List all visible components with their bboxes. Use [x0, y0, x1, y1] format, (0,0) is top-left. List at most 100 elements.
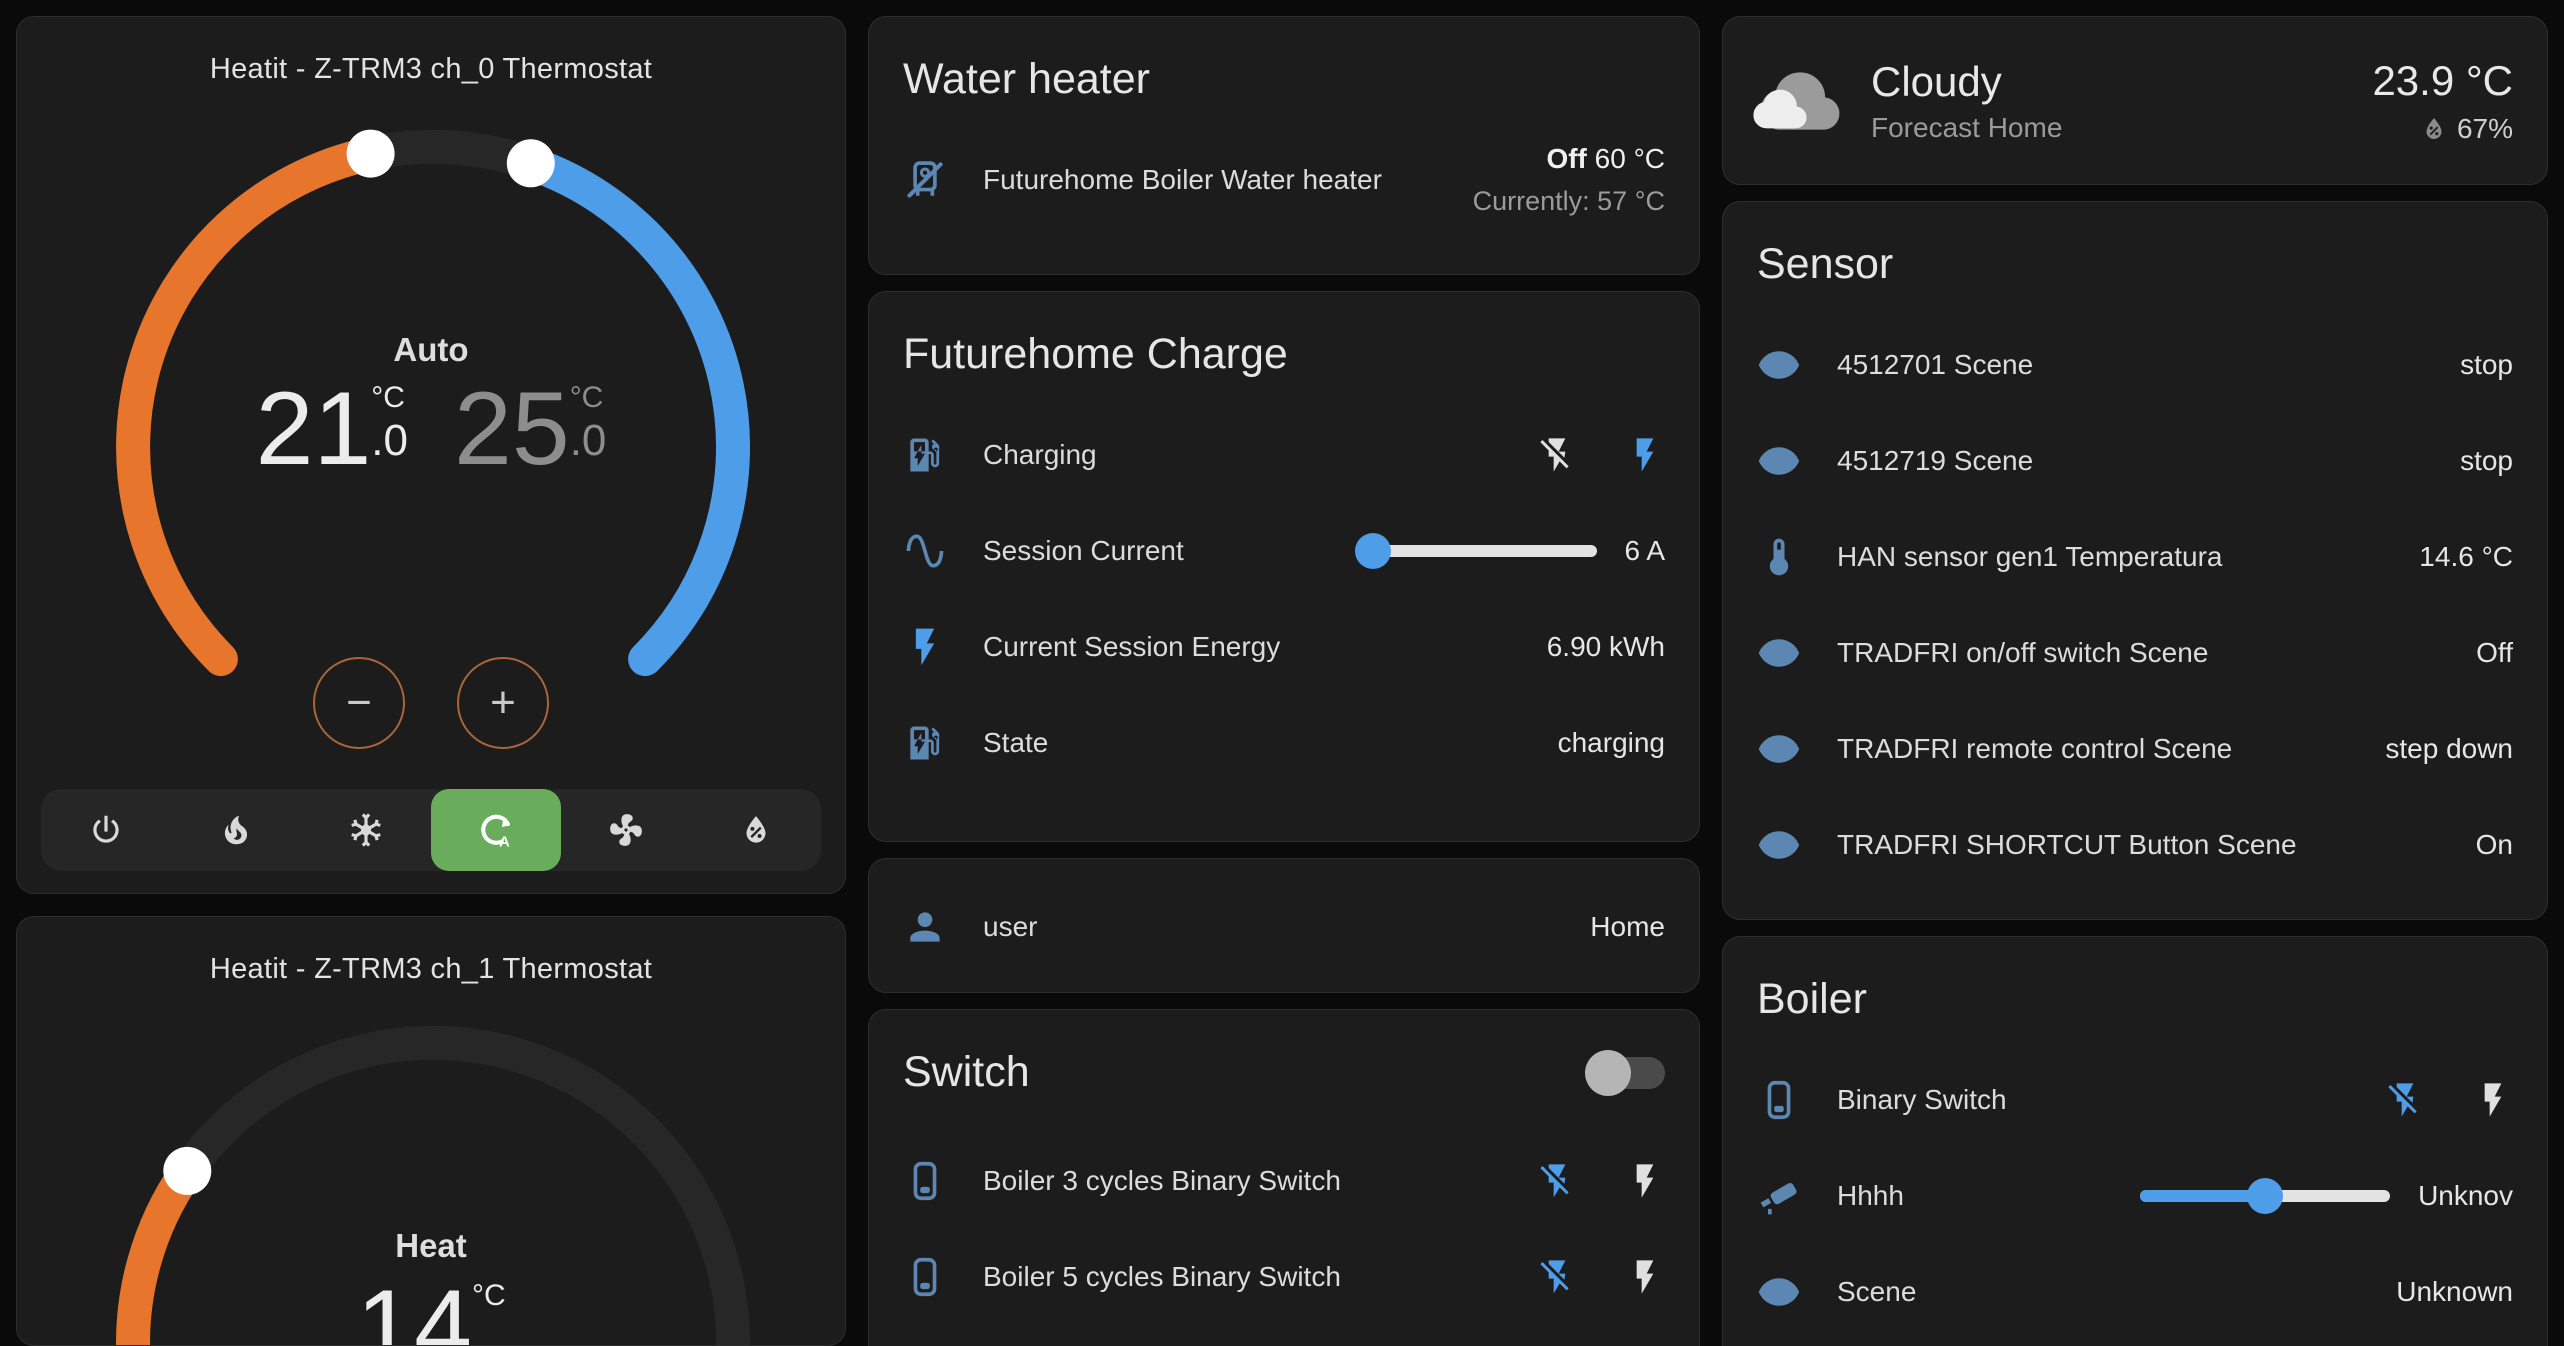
decrease-temp-button[interactable]: − [313, 657, 405, 749]
mode-off-button[interactable] [41, 789, 171, 871]
switch-icon [903, 1255, 947, 1299]
flash-off-icon[interactable] [2385, 1080, 2425, 1120]
cloudy-icon [1757, 58, 1843, 144]
column-middle: Water heater Futurehome Boiler Water hea… [868, 16, 1700, 1330]
water-heater-card: Water heater Futurehome Boiler Water hea… [868, 16, 1700, 275]
thermostat-card-ch1: Heatit - Z-TRM3 ch_1 Thermostat Heat 14 … [16, 916, 846, 1346]
charge-card: Futurehome Charge Charging Session Curre… [868, 291, 1700, 842]
switch-icon [1757, 1078, 1801, 1122]
setpoint-steppers: − + [17, 657, 845, 749]
snowflake-icon [347, 811, 385, 849]
scene-row[interactable]: Scene Unknown [1757, 1244, 2513, 1340]
toggle-thumb[interactable] [1585, 1050, 1631, 1096]
boiler-card: Boiler Binary Switch Hhhh Unkno [1722, 936, 2548, 1346]
weather-subtitle: Forecast Home [1871, 112, 2372, 144]
water-boiler-off-icon [903, 158, 947, 202]
thermostat-auto-icon [477, 811, 515, 849]
sensor-row[interactable]: TRADFRI on/off switch Scene Off [1757, 605, 2513, 701]
hhhh-row: Hhhh Unknov [1757, 1148, 2513, 1244]
weather-card[interactable]: Cloudy Forecast Home 23.9 °C 67% [1722, 16, 2548, 185]
cctv-icon [1757, 1174, 1801, 1218]
card-title: Water heater [869, 17, 1699, 104]
eye-icon [1757, 727, 1801, 771]
slider-thumb[interactable] [2247, 1178, 2283, 1214]
card-title: Switch [903, 1048, 1030, 1097]
card-title: Boiler [1723, 937, 2547, 1024]
fire-icon [217, 811, 255, 849]
mode-fan-button[interactable] [561, 789, 691, 871]
flash-icon[interactable] [1625, 1161, 1665, 1201]
sensor-row[interactable]: 4512701 Scene stop [1757, 317, 2513, 413]
state-row[interactable]: State charging [903, 695, 1665, 791]
dashboard: Heatit - Z-TRM3 ch_0 Thermostat Auto 21 … [0, 0, 2564, 1346]
water-percent-icon [2419, 114, 2449, 144]
sensor-row[interactable]: TRADFRI remote control Scene step down [1757, 701, 2513, 797]
eye-icon [1757, 631, 1801, 675]
sensor-row[interactable]: TRADFRI SHORTCUT Button Scene On [1757, 797, 2513, 893]
water-heater-state: Off 60 °C [1546, 143, 1665, 174]
column-right: Cloudy Forecast Home 23.9 °C 67% Sensor … [1722, 16, 2548, 1330]
card-title: Futurehome Charge [869, 292, 1699, 379]
weather-temperature: 23.9 °C [2372, 57, 2513, 105]
eye-icon [1757, 439, 1801, 483]
sensor-row[interactable]: 4512719 Scene stop [1757, 413, 2513, 509]
water-heater-current-temp: Currently: 57 °C [1473, 186, 1665, 216]
hvac-mode-row [41, 789, 821, 871]
thermostat-setpoint: 14 °C [17, 1273, 845, 1346]
water-heater-row[interactable]: Futurehome Boiler Water heater Off 60 °C… [903, 132, 1665, 228]
slider-thumb[interactable] [1355, 533, 1391, 569]
user-row[interactable]: user Home [903, 879, 1665, 975]
switch-card: Switch Boiler 3 cycles Binary Switch Boi… [868, 1009, 1700, 1346]
hhhh-slider[interactable] [2140, 1190, 2390, 1202]
column-left: Heatit - Z-TRM3 ch_0 Thermostat Auto 21 … [16, 16, 846, 1330]
flash-off-icon[interactable] [1537, 1161, 1577, 1201]
flash-off-icon[interactable] [1537, 1257, 1577, 1297]
ev-station-icon [903, 433, 947, 477]
flash-off-icon[interactable] [1537, 435, 1577, 475]
mode-heat-button[interactable] [171, 789, 301, 871]
weather-condition: Cloudy [1871, 58, 2372, 106]
session-energy-row[interactable]: Current Session Energy 6.90 kWh [903, 599, 1665, 695]
user-card: user Home [868, 858, 1700, 993]
sensor-row[interactable]: HAN sensor gen1 Temperatura 14.6 °C [1757, 509, 2513, 605]
water-percent-icon [737, 811, 775, 849]
charging-row[interactable]: Charging [903, 407, 1665, 503]
setpoint-low: 21 °C .0 [256, 375, 408, 484]
binary-switch-row[interactable]: Binary Switch [1757, 1052, 2513, 1148]
increase-temp-button[interactable]: + [457, 657, 549, 749]
session-current-slider[interactable] [1359, 545, 1597, 557]
dial-thumb-low [347, 130, 395, 178]
card-title: Sensor [1723, 202, 2547, 289]
eye-icon [1757, 1270, 1801, 1314]
power-icon [87, 811, 125, 849]
account-icon [903, 905, 947, 949]
ev-station-icon [903, 721, 947, 765]
flash-icon [903, 625, 947, 669]
eye-icon [1757, 823, 1801, 867]
switch-all-toggle[interactable] [1589, 1057, 1665, 1089]
dial-thumb [163, 1147, 211, 1195]
boiler-3-cycles-row[interactable]: Boiler 3 cycles Binary Switch [903, 1133, 1665, 1229]
boiler-5-cycles-row[interactable]: Boiler 5 cycles Binary Switch [903, 1229, 1665, 1325]
fan-icon [607, 811, 645, 849]
weather-humidity: 67% [2372, 113, 2513, 145]
thermostat-setpoints: 21 °C .0 25 °C .0 [17, 375, 845, 484]
flash-icon[interactable] [1625, 435, 1665, 475]
thermostat-mode-label: Heat [17, 1227, 845, 1265]
sensor-card: Sensor 4512701 Scene stop 4512719 Scene … [1722, 201, 2548, 920]
switch-icon [903, 1159, 947, 1203]
mode-auto-button[interactable] [431, 789, 561, 871]
flash-icon[interactable] [1625, 1257, 1665, 1297]
thermostat-mode-label: Auto [17, 331, 845, 369]
entity-name: Futurehome Boiler Water heater [983, 164, 1473, 196]
eye-icon [1757, 343, 1801, 387]
mode-cool-button[interactable] [301, 789, 431, 871]
session-current-row: Session Current 6 A [903, 503, 1665, 599]
sine-wave-icon [903, 529, 947, 573]
setpoint-high: 25 °C .0 [454, 375, 606, 484]
flash-icon[interactable] [2473, 1080, 2513, 1120]
thermometer-icon [1757, 535, 1801, 579]
dial-thumb-high [507, 139, 555, 187]
thermostat-card-ch0: Heatit - Z-TRM3 ch_0 Thermostat Auto 21 … [16, 16, 846, 894]
mode-dry-button[interactable] [691, 789, 821, 871]
